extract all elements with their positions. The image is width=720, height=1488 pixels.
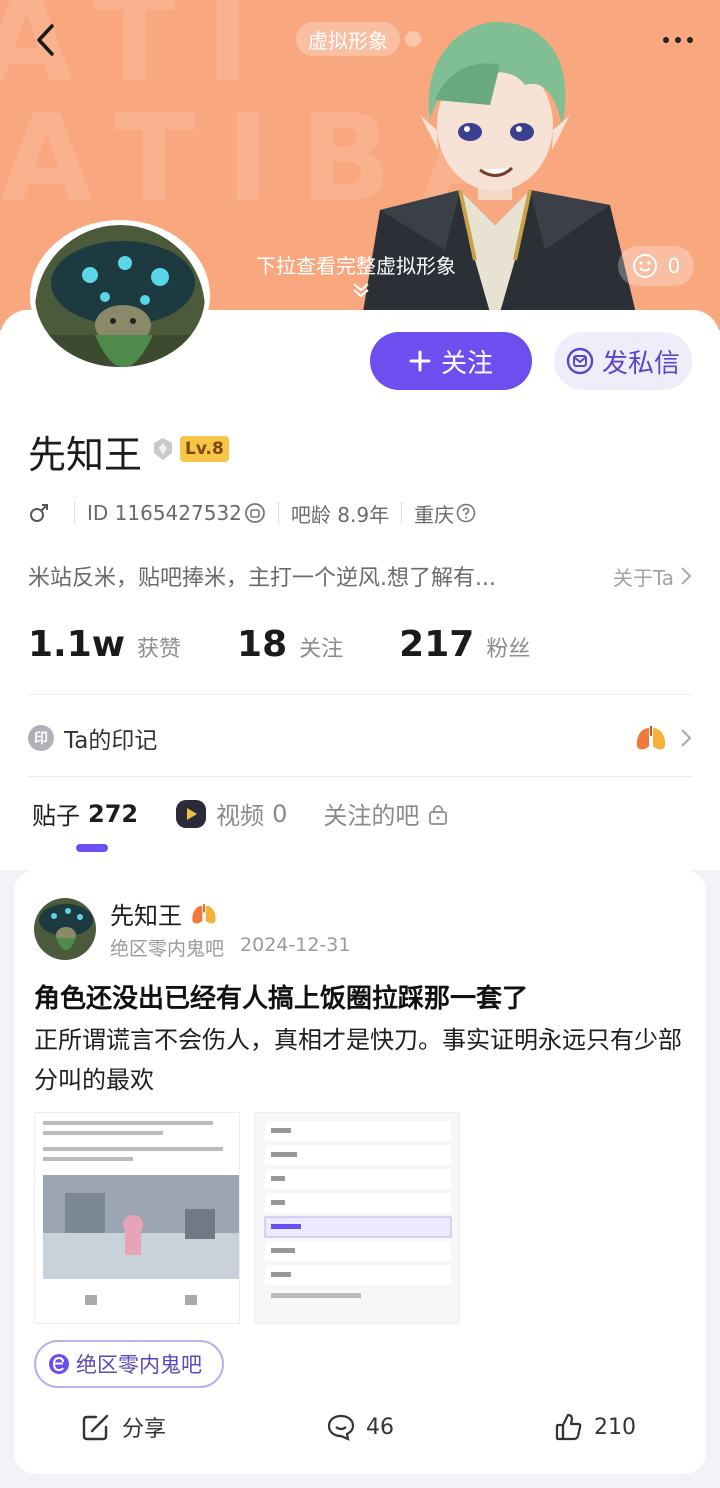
post-date: 2024-12-31 xyxy=(240,934,351,956)
rank-badge-icon xyxy=(150,436,176,466)
user-avatar[interactable] xyxy=(30,220,210,372)
send-message-button[interactable]: 发私信 xyxy=(554,332,692,390)
forum-tag-button[interactable]: 绝区零内鬼吧 xyxy=(34,1340,224,1388)
chevron-right-icon xyxy=(681,729,692,747)
mark-label: Ta的印记 xyxy=(64,728,158,754)
post-meta: 绝区零内鬼吧 2024-12-31 xyxy=(110,934,350,961)
virtual-character-image[interactable] xyxy=(340,10,650,330)
stats-row: 1.1w 获赞 18 关注 217 粉丝 xyxy=(28,624,586,665)
copy-icon[interactable] xyxy=(244,502,266,524)
lungs-badge-icon xyxy=(192,903,216,923)
comment-button[interactable]: 46 xyxy=(326,1412,394,1442)
bio-row[interactable]: 米站反米，贴吧捧米，主打一个逆风.想了解有... 关于Ta xyxy=(28,560,692,592)
pull-down-hint: 下拉查看完整虚拟形象 xyxy=(256,254,456,278)
profile-meta-row: ID 1165427532 吧龄 8.9年 重庆 xyxy=(28,498,476,528)
message-label: 发私信 xyxy=(601,348,680,379)
post-author-avatar[interactable] xyxy=(34,898,96,960)
comment-icon xyxy=(327,1414,355,1441)
avatar-like-button[interactable]: 0 xyxy=(618,246,694,286)
thumbs-up-icon xyxy=(555,1413,582,1441)
divider xyxy=(401,502,403,524)
ta-mark-row[interactable]: 印 Ta的印记 xyxy=(28,718,692,758)
stat-following[interactable]: 18 关注 xyxy=(237,624,343,665)
username: 先知王 xyxy=(28,433,143,477)
double-chevron-down-icon xyxy=(352,282,370,302)
dot-indicator xyxy=(405,31,421,47)
stat-fans[interactable]: 217 粉丝 xyxy=(399,624,530,665)
content-tabs: 贴子 272 视频 0 关注的吧 xyxy=(32,796,485,831)
chevron-right-icon xyxy=(681,567,692,585)
plus-icon xyxy=(409,350,431,372)
level-badge: Lv.8 xyxy=(180,436,229,462)
avatar-like-count: 0 xyxy=(667,254,681,278)
post-body[interactable]: 正所谓谎言不会伤人，真相才是快刀。事实证明永远只有少部分叫的最欢 xyxy=(34,1020,694,1100)
divider xyxy=(74,502,75,524)
more-dot-icon xyxy=(663,37,669,43)
post-title[interactable]: 角色还没出已经有人搞上饭圈拉踩那一套了 xyxy=(34,978,528,1015)
seal-icon: 印 xyxy=(28,725,54,751)
more-button[interactable] xyxy=(656,24,700,56)
lock-icon xyxy=(429,804,448,825)
post-forum[interactable]: 绝区零内鬼吧 xyxy=(110,934,224,961)
virtual-avatar-tag[interactable]: 虚拟形象 xyxy=(296,22,400,56)
follow-button[interactable]: 关注 xyxy=(370,332,532,390)
post-image[interactable] xyxy=(34,1112,240,1324)
active-tab-indicator xyxy=(76,844,108,852)
divider xyxy=(28,694,692,695)
more-dot-icon xyxy=(675,37,681,43)
male-icon xyxy=(30,504,48,522)
back-button[interactable] xyxy=(26,20,66,60)
stat-likes[interactable]: 1.1w 获赞 xyxy=(28,624,181,665)
about-link[interactable]: 关于Ta xyxy=(613,562,692,591)
post-actions: 分享 46 210 xyxy=(14,1402,706,1452)
like-button[interactable]: 210 xyxy=(554,1412,636,1442)
bio-text: 米站反米，贴吧捧米，主打一个逆风.想了解有... xyxy=(28,566,496,591)
post-image[interactable] xyxy=(254,1112,460,1324)
tab-videos[interactable]: 视频 0 xyxy=(174,796,287,831)
post-card[interactable]: 先知王 绝区零内鬼吧 2024-12-31 角色还没出已经有人搞上饭圈拉踩那一套… xyxy=(14,870,706,1474)
more-dot-icon xyxy=(687,37,693,43)
post-author[interactable]: 先知王 xyxy=(110,896,218,931)
mail-icon xyxy=(566,347,594,375)
tab-posts[interactable]: 贴子 272 xyxy=(32,796,138,831)
bar-age: 吧龄 8.9年 xyxy=(290,502,390,527)
user-id: ID 1165427532 xyxy=(87,501,242,525)
location: 重庆 xyxy=(414,502,455,527)
divider xyxy=(277,502,279,524)
smile-icon xyxy=(632,254,657,278)
share-icon xyxy=(82,1414,109,1441)
forum-icon xyxy=(49,1354,69,1374)
tab-followed-bars[interactable]: 关注的吧 xyxy=(323,796,449,831)
divider xyxy=(28,776,692,777)
lungs-badge-icon xyxy=(636,726,666,750)
follow-label: 关注 xyxy=(440,348,493,379)
chevron-left-icon xyxy=(37,24,54,56)
help-icon[interactable] xyxy=(456,503,476,523)
share-button[interactable]: 分享 xyxy=(80,1411,166,1443)
video-icon xyxy=(176,799,207,828)
